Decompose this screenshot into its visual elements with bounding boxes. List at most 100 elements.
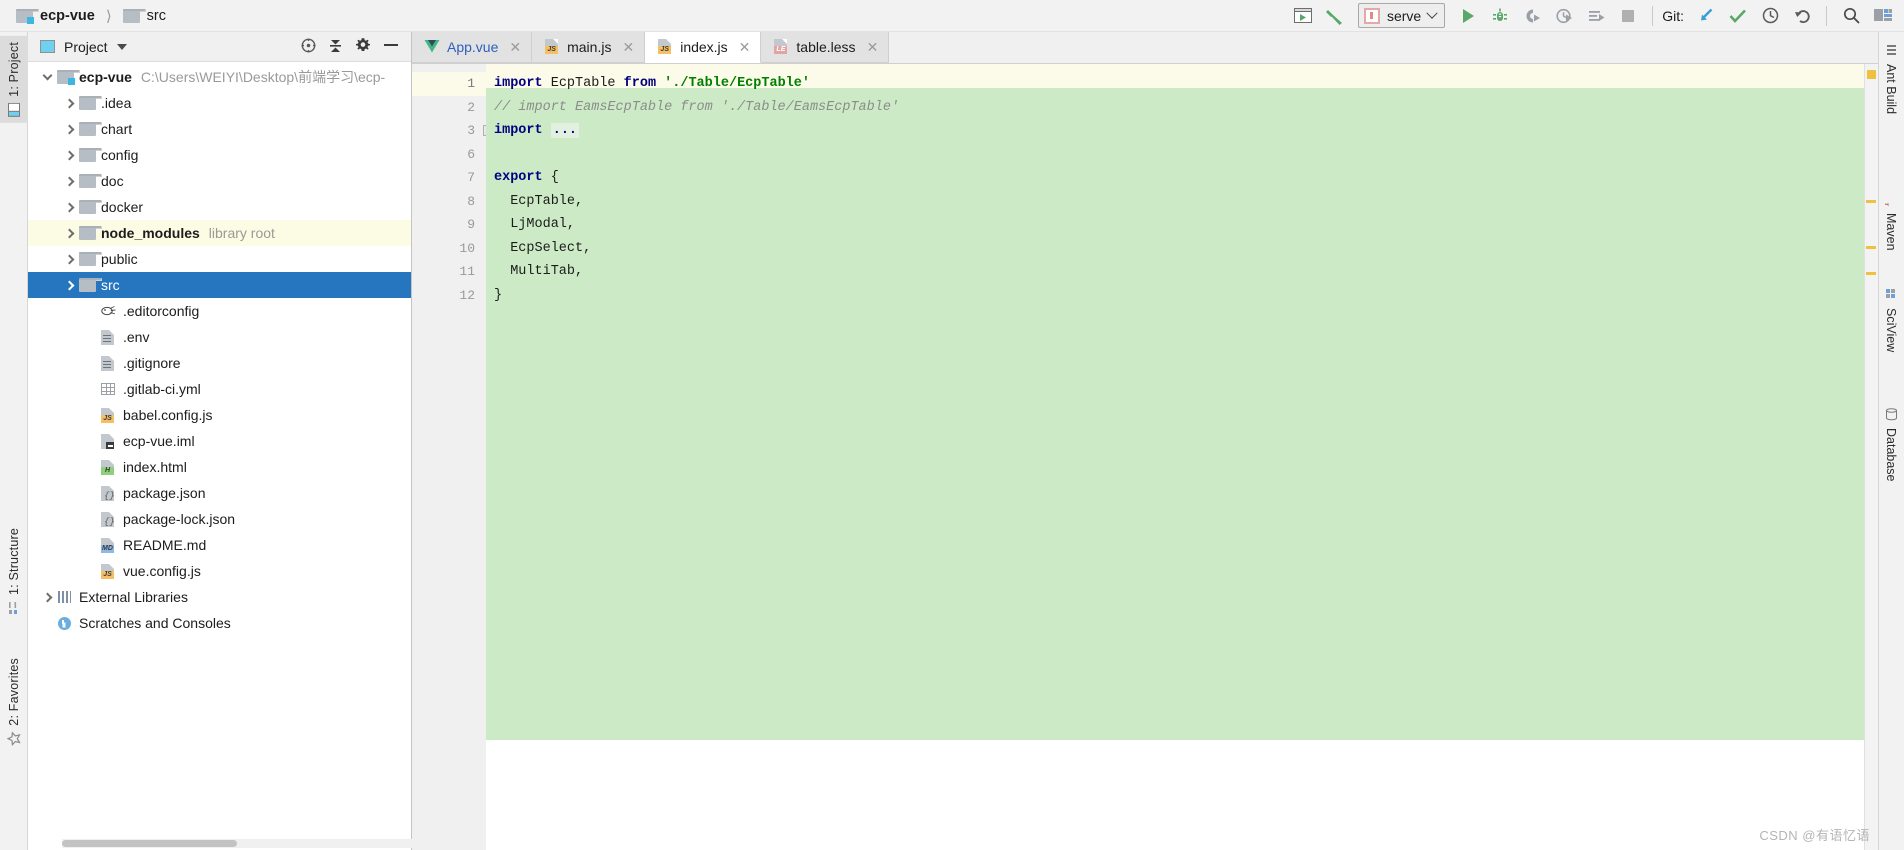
code-line[interactable]: // import EamsEcpTable from './Table/Eam… [486, 96, 1878, 120]
marker-warning[interactable] [1866, 246, 1876, 249]
line-number[interactable]: 11 [412, 260, 486, 284]
tree-node-public[interactable]: public [28, 246, 411, 272]
sidebar-item-structure[interactable]: 1: Structure [0, 522, 28, 621]
tree-node-gitlab-ci-yml[interactable]: .gitlab-ci.yml [28, 376, 411, 402]
line-number[interactable]: 2 [412, 96, 486, 120]
close-icon[interactable]: ✕ [867, 39, 879, 56]
line-number[interactable]: 10 [412, 237, 486, 261]
tree-node-package-lock-json[interactable]: {} package-lock.json [28, 506, 411, 532]
profile-icon[interactable] [1549, 3, 1579, 29]
line-number[interactable]: 6 [412, 143, 486, 167]
tree-node-external-libraries[interactable]: External Libraries [28, 584, 411, 610]
chevron-right-icon[interactable] [60, 124, 78, 134]
tree-node-docker[interactable]: docker [28, 194, 411, 220]
code-lines[interactable]: import EcpTable from './Table/EcpTable' /… [486, 64, 1878, 307]
git-rollback-icon[interactable] [1787, 3, 1817, 29]
marker-warning[interactable] [1867, 70, 1876, 79]
editor-tab-table-less[interactable]: LE table.less ✕ [761, 32, 890, 63]
tree-node-editorconfig[interactable]: .editorconfig [28, 298, 411, 324]
chevron-right-icon[interactable] [60, 228, 78, 238]
tree-node-config[interactable]: config [28, 142, 411, 168]
tree-node-node-modules[interactable]: node_modules library root [28, 220, 411, 246]
git-label: Git: [1662, 7, 1684, 24]
editor-tab-main-js[interactable]: JS main.js ✕ [532, 32, 646, 63]
tree-node-chart[interactable]: chart [28, 116, 411, 142]
chevron-down-icon[interactable] [38, 70, 56, 82]
chevron-right-icon[interactable] [60, 254, 78, 264]
close-icon[interactable]: ✕ [509, 39, 521, 56]
line-number[interactable]: 12 [412, 284, 486, 308]
tree-node-ecp-vue[interactable]: ecp-vue C:\Users\WEIYI\Desktop\前端学习\ecp- [28, 64, 411, 90]
chevron-right-icon[interactable] [60, 202, 78, 212]
collapse-all-icon[interactable] [328, 38, 343, 56]
chevron-right-icon[interactable] [60, 98, 78, 108]
code-line[interactable]: MultiTab, [486, 260, 1878, 284]
project-horizontal-scrollbar[interactable] [62, 839, 412, 848]
chevron-right-icon[interactable] [38, 592, 56, 602]
code-line[interactable]: LjModal, [486, 213, 1878, 237]
run-with-test-icon[interactable] [1581, 3, 1611, 29]
debug-icon[interactable] [1485, 3, 1515, 29]
code-line[interactable]: EcpTable, [486, 190, 1878, 214]
scroll-from-source-icon[interactable] [301, 38, 316, 56]
code-line[interactable] [486, 143, 1878, 167]
search-everywhere-icon[interactable] [1836, 3, 1866, 29]
line-number[interactable]: 9 [412, 213, 486, 237]
sidebar-item-ant-build[interactable]: Ant Build [1878, 38, 1904, 120]
git-commit-icon[interactable] [1723, 3, 1753, 29]
tree-node-ecp-vue-iml[interactable]: ecp-vue.iml [28, 428, 411, 454]
breadcrumb-project[interactable]: ecp-vue [14, 6, 97, 26]
tree-node-vue-config-js[interactable]: JS vue.config.js [28, 558, 411, 584]
run-coverage-icon[interactable] [1517, 3, 1547, 29]
project-tree[interactable]: ecp-vue C:\Users\WEIYI\Desktop\前端学习\ecp-.… [28, 62, 411, 850]
line-number[interactable]: 1 [412, 72, 486, 96]
chevron-down-icon[interactable] [116, 43, 127, 50]
code-line[interactable]: import ... [486, 119, 1878, 143]
breadcrumb-child[interactable]: src [121, 6, 168, 26]
tree-node-babel-config-js[interactable]: JS babel.config.js [28, 402, 411, 428]
sidebar-item-project[interactable]: 1: Project [0, 36, 28, 123]
code-line[interactable]: import EcpTable from './Table/EcpTable' [486, 72, 1878, 96]
line-number[interactable]: 3+ [412, 119, 494, 143]
sidebar-item-sciview[interactable]: SciView [1878, 282, 1904, 358]
tree-node-gitignore[interactable]: .gitignore [28, 350, 411, 376]
tree-node-readme-md[interactable]: MD README.md [28, 532, 411, 558]
hide-panel-icon[interactable] [383, 37, 399, 56]
sidebar-item-database[interactable]: Database [1878, 402, 1904, 488]
tree-node-doc[interactable]: doc [28, 168, 411, 194]
sidebar-item-maven[interactable]: m Maven [1878, 187, 1904, 257]
code-editor[interactable]: 123+6789101112 import EcpTable from './T… [412, 64, 1878, 850]
open-terminal-icon[interactable] [1288, 3, 1318, 29]
tree-node-src[interactable]: src [28, 272, 411, 298]
chevron-right-icon[interactable] [60, 280, 78, 290]
tree-node-scratches-and-consoles[interactable]: Scratches and Consoles [28, 610, 411, 636]
line-number[interactable]: 7 [412, 166, 486, 190]
tree-node-package-json[interactable]: {} package.json [28, 480, 411, 506]
marker-warning[interactable] [1866, 200, 1876, 203]
settings-gear-icon[interactable] [355, 37, 371, 56]
build-hammer-icon[interactable] [1320, 3, 1350, 29]
tree-node-idea[interactable]: .idea [28, 90, 411, 116]
close-icon[interactable]: ✕ [622, 39, 634, 56]
chevron-right-icon[interactable] [60, 176, 78, 186]
git-history-icon[interactable] [1755, 3, 1785, 29]
line-number[interactable]: 8 [412, 190, 486, 214]
layout-icon[interactable] [1868, 3, 1898, 29]
close-icon[interactable]: ✕ [739, 39, 751, 56]
error-stripe-marker-column[interactable] [1864, 64, 1878, 850]
git-update-icon[interactable] [1691, 3, 1721, 29]
run-configuration-selector[interactable]: serve [1357, 3, 1446, 28]
chevron-right-icon[interactable] [60, 150, 78, 160]
tree-node-env[interactable]: .env [28, 324, 411, 350]
editor-tab-index-js[interactable]: JS index.js ✕ [645, 32, 762, 63]
code-line[interactable]: } [486, 284, 1878, 308]
code-line[interactable]: export { [486, 166, 1878, 190]
sidebar-item-favorites[interactable]: 2: Favorites [0, 652, 28, 752]
stop-icon[interactable] [1613, 3, 1643, 29]
marker-warning[interactable] [1866, 272, 1876, 275]
code-line[interactable]: EcpSelect, [486, 237, 1878, 261]
run-icon[interactable] [1453, 3, 1483, 29]
editor-tab-app-vue[interactable]: App.vue ✕ [412, 32, 533, 63]
code-content[interactable]: import EcpTable from './Table/EcpTable' /… [486, 64, 1878, 850]
tree-node-index-html[interactable]: Hindex.html [28, 454, 411, 480]
